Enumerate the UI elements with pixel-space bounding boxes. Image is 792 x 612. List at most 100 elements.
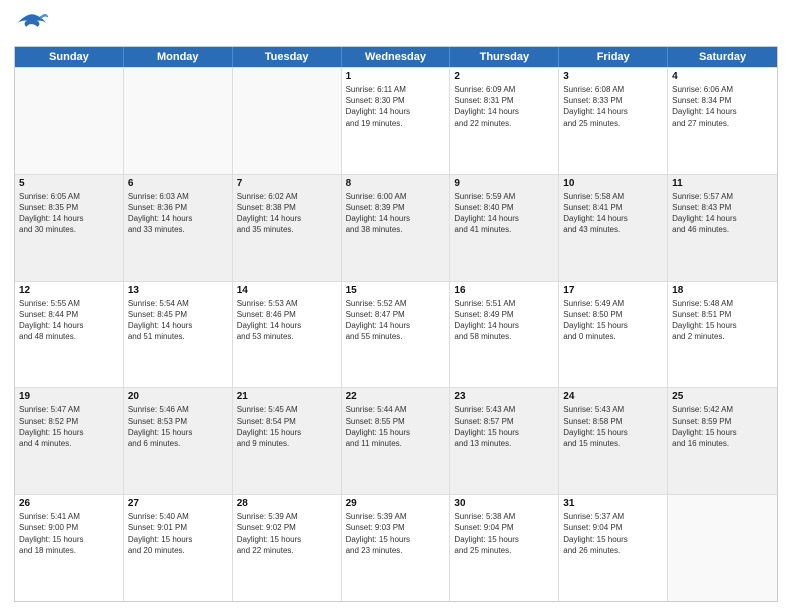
cal-cell-0-4: 2 Sunrise: 6:09 AM Sunset: 8:31 PM Daylig… <box>450 68 559 174</box>
cal-cell-4-4: 30Sunrise: 5:38 AM Sunset: 9:04 PM Dayli… <box>450 495 559 601</box>
day-info: Sunrise: 5:37 AM Sunset: 9:04 PM Dayligh… <box>563 511 663 556</box>
day-info: Sunrise: 5:39 AM Sunset: 9:02 PM Dayligh… <box>237 511 337 556</box>
cal-cell-1-5: 10 Sunrise: 5:58 AM Sunset: 8:41 PM Dayli… <box>559 175 668 281</box>
cal-cell-1-0: 5 Sunrise: 6:05 AM Sunset: 8:35 PM Daylig… <box>15 175 124 281</box>
day-info: Sunrise: 5:40 AM Sunset: 9:01 PM Dayligh… <box>128 511 228 556</box>
cal-cell-1-6: 11 Sunrise: 5:57 AM Sunset: 8:43 PM Dayli… <box>668 175 777 281</box>
day-number: 11 <box>672 178 773 189</box>
cal-cell-4-3: 29Sunrise: 5:39 AM Sunset: 9:03 PM Dayli… <box>342 495 451 601</box>
day-info: Sunrise: 5:47 AM Sunset: 8:52 PM Dayligh… <box>19 404 119 449</box>
cal-cell-2-1: 13 Sunrise: 5:54 AM Sunset: 8:45 PM Dayli… <box>124 282 233 388</box>
cal-cell-1-2: 7 Sunrise: 6:02 AM Sunset: 8:38 PM Daylig… <box>233 175 342 281</box>
calendar: SundayMondayTuesdayWednesdayThursdayFrid… <box>14 46 778 602</box>
day-number: 9 <box>454 178 554 189</box>
day-info: Sunrise: 6:05 AM Sunset: 8:35 PM Dayligh… <box>19 191 119 236</box>
cal-cell-1-4: 9 Sunrise: 5:59 AM Sunset: 8:40 PM Daylig… <box>450 175 559 281</box>
cal-cell-0-2 <box>233 68 342 174</box>
day-number: 8 <box>346 178 446 189</box>
cal-cell-3-5: 24 Sunrise: 5:43 AM Sunset: 8:58 PM Dayli… <box>559 388 668 494</box>
header-day-wednesday: Wednesday <box>342 47 451 67</box>
cal-cell-2-4: 16Sunrise: 5:51 AM Sunset: 8:49 PM Dayli… <box>450 282 559 388</box>
header <box>14 10 778 40</box>
calendar-body: 1 Sunrise: 6:11 AM Sunset: 8:30 PM Daylig… <box>15 67 777 601</box>
day-info: Sunrise: 5:51 AM Sunset: 8:49 PM Dayligh… <box>454 298 554 343</box>
cal-cell-3-0: 19 Sunrise: 5:47 AM Sunset: 8:52 PM Dayli… <box>15 388 124 494</box>
header-day-monday: Monday <box>124 47 233 67</box>
day-info: Sunrise: 5:49 AM Sunset: 8:50 PM Dayligh… <box>563 298 663 343</box>
cal-cell-3-2: 21 Sunrise: 5:45 AM Sunset: 8:54 PM Dayli… <box>233 388 342 494</box>
day-info: Sunrise: 5:48 AM Sunset: 8:51 PM Dayligh… <box>672 298 773 343</box>
calendar-header: SundayMondayTuesdayWednesdayThursdayFrid… <box>15 47 777 67</box>
cal-cell-1-3: 8 Sunrise: 6:00 AM Sunset: 8:39 PM Daylig… <box>342 175 451 281</box>
day-info: Sunrise: 5:43 AM Sunset: 8:58 PM Dayligh… <box>563 404 663 449</box>
day-info: Sunrise: 6:11 AM Sunset: 8:30 PM Dayligh… <box>346 84 446 129</box>
day-number: 17 <box>563 285 663 296</box>
day-number: 12 <box>19 285 119 296</box>
day-info: Sunrise: 6:00 AM Sunset: 8:39 PM Dayligh… <box>346 191 446 236</box>
day-number: 20 <box>128 391 228 402</box>
day-info: Sunrise: 5:38 AM Sunset: 9:04 PM Dayligh… <box>454 511 554 556</box>
day-number: 14 <box>237 285 337 296</box>
day-number: 22 <box>346 391 446 402</box>
day-info: Sunrise: 5:59 AM Sunset: 8:40 PM Dayligh… <box>454 191 554 236</box>
cal-cell-0-6: 4Sunrise: 6:06 AM Sunset: 8:34 PM Daylig… <box>668 68 777 174</box>
day-number: 28 <box>237 498 337 509</box>
page: SundayMondayTuesdayWednesdayThursdayFrid… <box>0 0 792 612</box>
day-info: Sunrise: 6:02 AM Sunset: 8:38 PM Dayligh… <box>237 191 337 236</box>
cal-cell-2-0: 12 Sunrise: 5:55 AM Sunset: 8:44 PM Dayli… <box>15 282 124 388</box>
day-number: 31 <box>563 498 663 509</box>
day-info: Sunrise: 5:44 AM Sunset: 8:55 PM Dayligh… <box>346 404 446 449</box>
cal-cell-2-2: 14 Sunrise: 5:53 AM Sunset: 8:46 PM Dayli… <box>233 282 342 388</box>
cal-cell-0-1 <box>124 68 233 174</box>
day-info: Sunrise: 5:58 AM Sunset: 8:41 PM Dayligh… <box>563 191 663 236</box>
cal-cell-3-6: 25 Sunrise: 5:42 AM Sunset: 8:59 PM Dayli… <box>668 388 777 494</box>
day-info: Sunrise: 5:53 AM Sunset: 8:46 PM Dayligh… <box>237 298 337 343</box>
day-info: Sunrise: 5:55 AM Sunset: 8:44 PM Dayligh… <box>19 298 119 343</box>
cal-cell-2-3: 15 Sunrise: 5:52 AM Sunset: 8:47 PM Dayli… <box>342 282 451 388</box>
day-number: 13 <box>128 285 228 296</box>
day-number: 24 <box>563 391 663 402</box>
day-number: 25 <box>672 391 773 402</box>
day-number: 2 <box>454 71 554 82</box>
day-number: 7 <box>237 178 337 189</box>
day-number: 15 <box>346 285 446 296</box>
day-number: 19 <box>19 391 119 402</box>
day-number: 6 <box>128 178 228 189</box>
cal-cell-3-4: 23Sunrise: 5:43 AM Sunset: 8:57 PM Dayli… <box>450 388 559 494</box>
day-info: Sunrise: 5:45 AM Sunset: 8:54 PM Dayligh… <box>237 404 337 449</box>
cal-cell-3-1: 20 Sunrise: 5:46 AM Sunset: 8:53 PM Dayli… <box>124 388 233 494</box>
cal-cell-4-5: 31 Sunrise: 5:37 AM Sunset: 9:04 PM Dayli… <box>559 495 668 601</box>
day-number: 4 <box>672 71 773 82</box>
day-info: Sunrise: 6:08 AM Sunset: 8:33 PM Dayligh… <box>563 84 663 129</box>
day-info: Sunrise: 6:09 AM Sunset: 8:31 PM Dayligh… <box>454 84 554 129</box>
calendar-row-4: 26Sunrise: 5:41 AM Sunset: 9:00 PM Dayli… <box>15 494 777 601</box>
header-day-thursday: Thursday <box>450 47 559 67</box>
day-number: 21 <box>237 391 337 402</box>
cal-cell-4-6 <box>668 495 777 601</box>
header-day-saturday: Saturday <box>668 47 777 67</box>
cal-cell-4-1: 27Sunrise: 5:40 AM Sunset: 9:01 PM Dayli… <box>124 495 233 601</box>
cal-cell-4-2: 28 Sunrise: 5:39 AM Sunset: 9:02 PM Dayli… <box>233 495 342 601</box>
day-info: Sunrise: 5:46 AM Sunset: 8:53 PM Dayligh… <box>128 404 228 449</box>
day-number: 26 <box>19 498 119 509</box>
day-info: Sunrise: 5:52 AM Sunset: 8:47 PM Dayligh… <box>346 298 446 343</box>
day-number: 5 <box>19 178 119 189</box>
header-day-sunday: Sunday <box>15 47 124 67</box>
cal-cell-0-0 <box>15 68 124 174</box>
calendar-row-1: 5 Sunrise: 6:05 AM Sunset: 8:35 PM Daylig… <box>15 174 777 281</box>
day-number: 3 <box>563 71 663 82</box>
day-number: 18 <box>672 285 773 296</box>
cal-cell-2-5: 17 Sunrise: 5:49 AM Sunset: 8:50 PM Dayli… <box>559 282 668 388</box>
day-info: Sunrise: 5:57 AM Sunset: 8:43 PM Dayligh… <box>672 191 773 236</box>
cal-cell-1-1: 6 Sunrise: 6:03 AM Sunset: 8:36 PM Daylig… <box>124 175 233 281</box>
cal-cell-0-5: 3 Sunrise: 6:08 AM Sunset: 8:33 PM Daylig… <box>559 68 668 174</box>
day-info: Sunrise: 6:03 AM Sunset: 8:36 PM Dayligh… <box>128 191 228 236</box>
day-number: 10 <box>563 178 663 189</box>
day-number: 1 <box>346 71 446 82</box>
calendar-row-3: 19 Sunrise: 5:47 AM Sunset: 8:52 PM Dayli… <box>15 387 777 494</box>
logo <box>14 10 54 40</box>
calendar-row-0: 1 Sunrise: 6:11 AM Sunset: 8:30 PM Daylig… <box>15 67 777 174</box>
day-info: Sunrise: 5:42 AM Sunset: 8:59 PM Dayligh… <box>672 404 773 449</box>
day-info: Sunrise: 5:54 AM Sunset: 8:45 PM Dayligh… <box>128 298 228 343</box>
day-number: 29 <box>346 498 446 509</box>
